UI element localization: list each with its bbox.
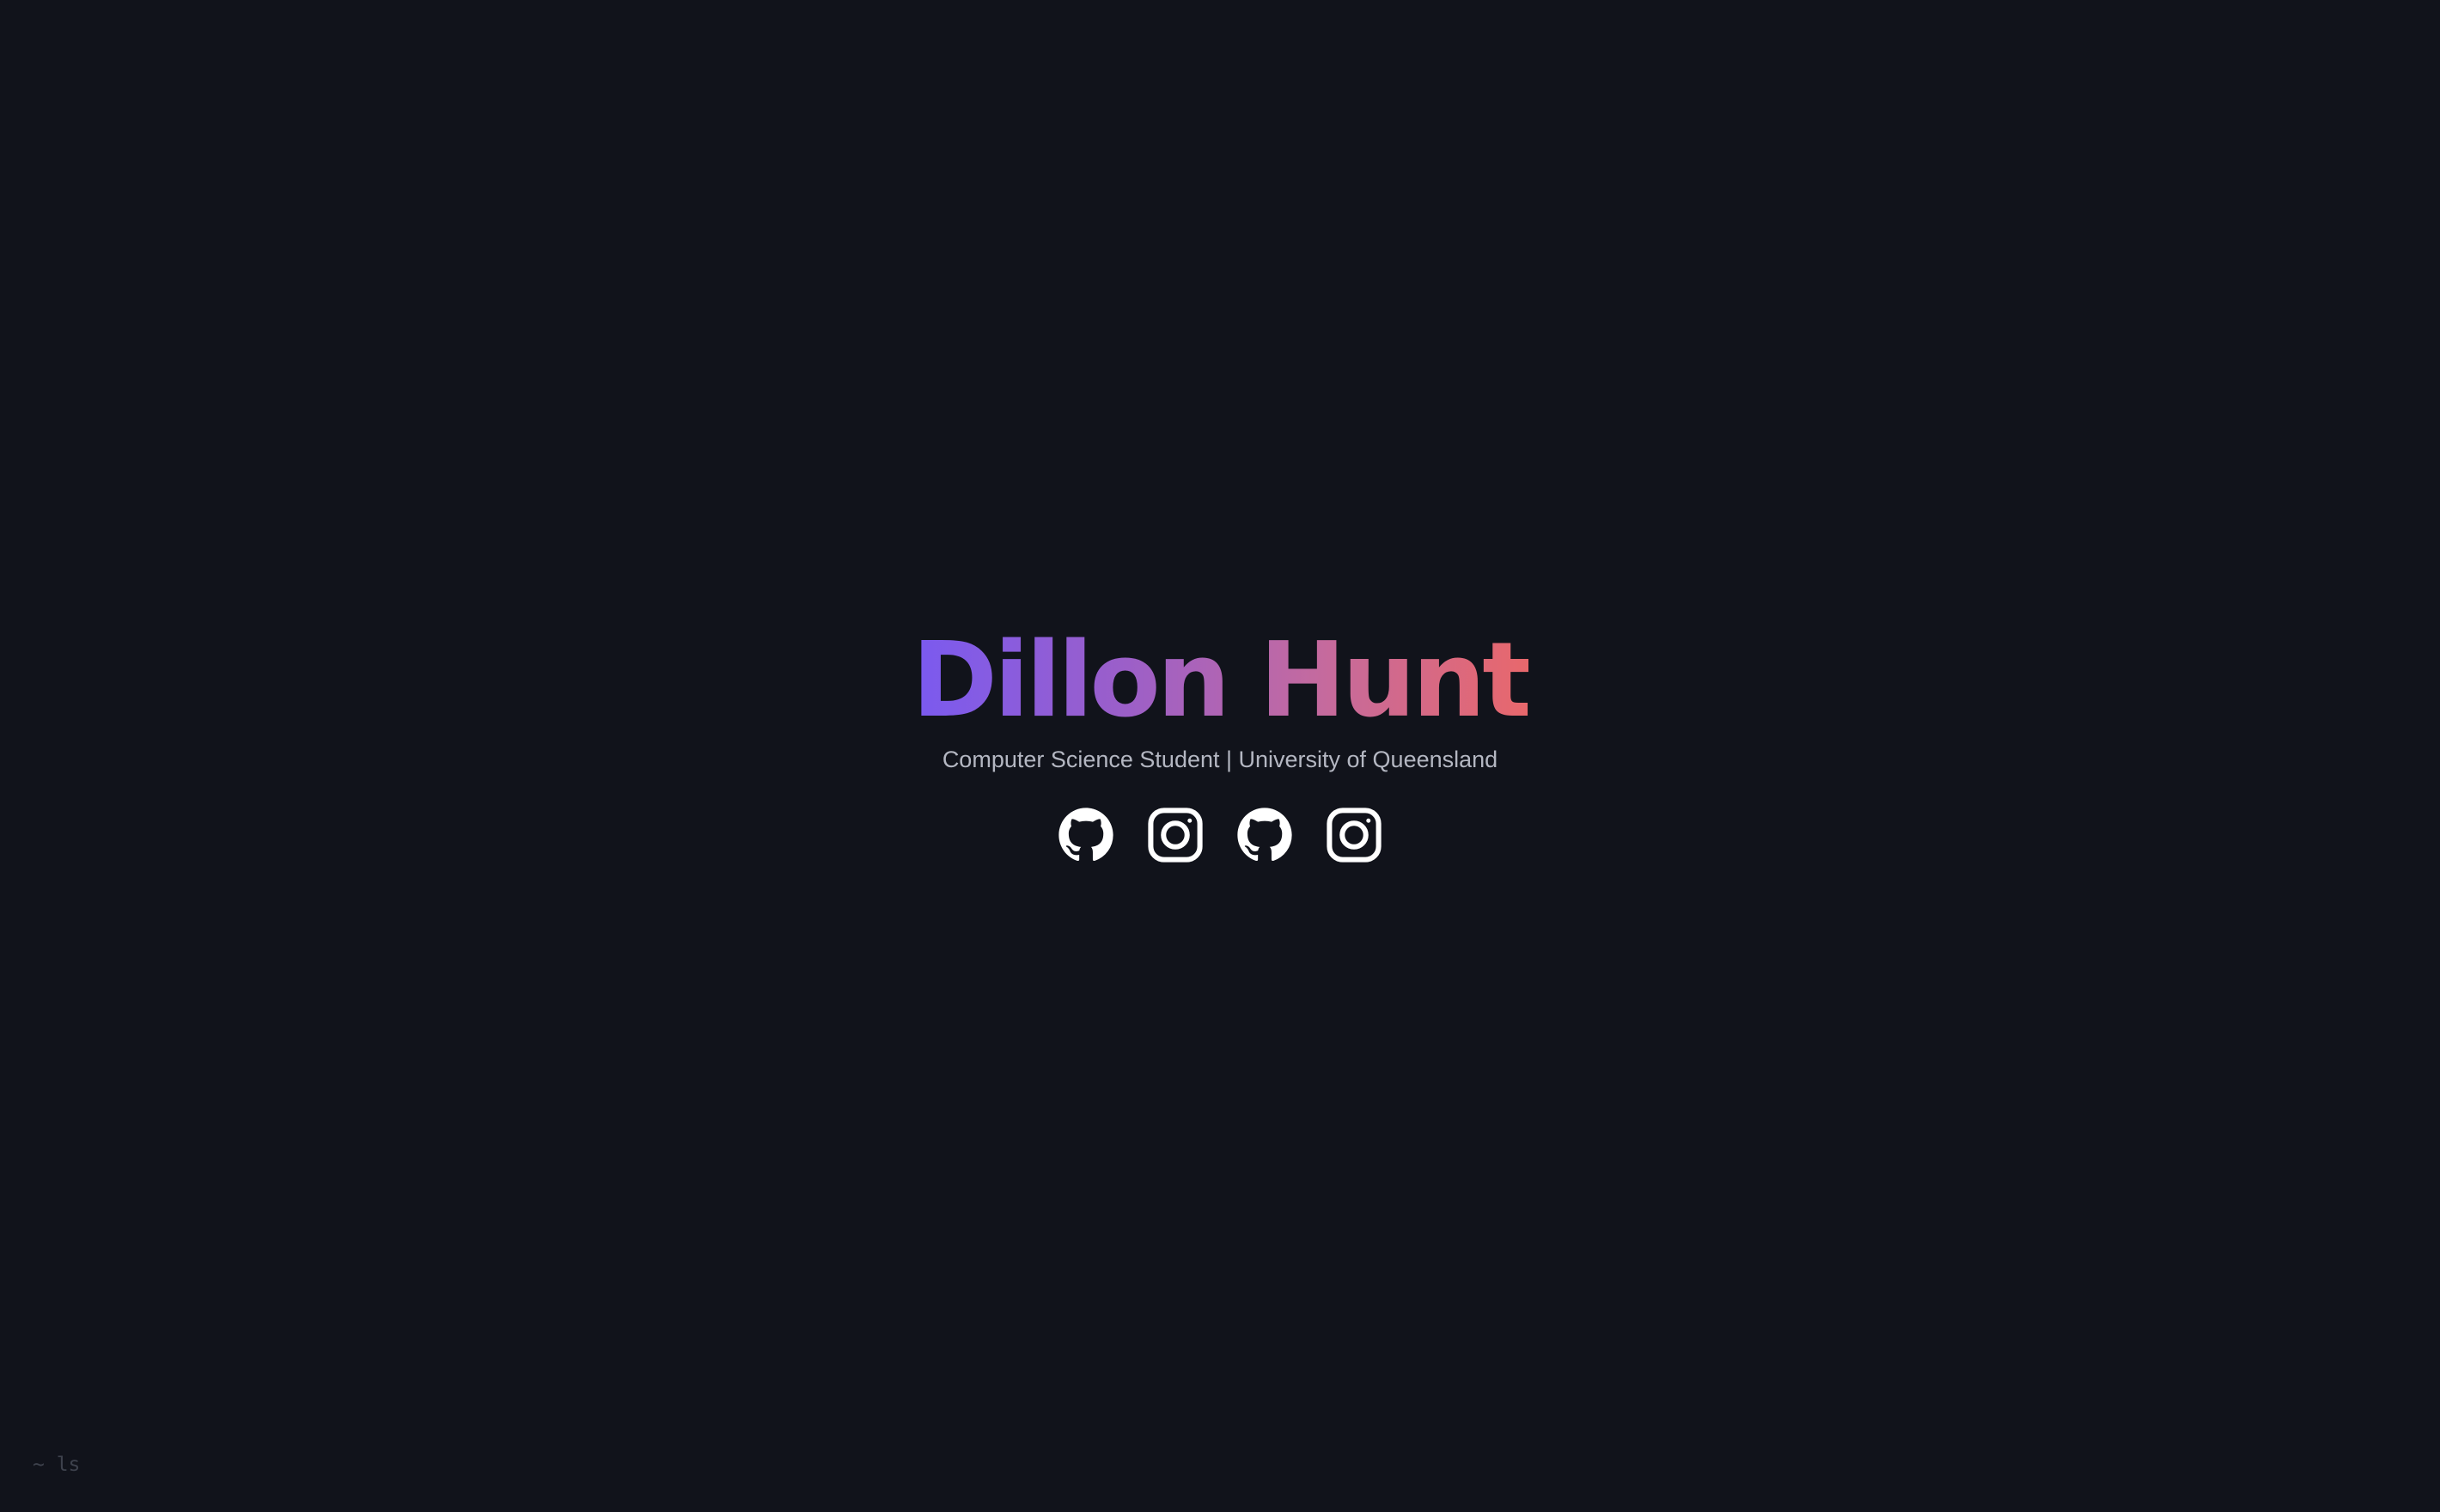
name-heading: Dillon Hunt	[912, 617, 1531, 746]
instagram-icon	[1147, 807, 1204, 863]
github-icon	[1058, 807, 1114, 863]
instagram-link-1[interactable]	[1146, 806, 1205, 864]
instagram-icon	[1326, 807, 1382, 863]
social-links	[1057, 806, 1383, 864]
github-icon	[1236, 807, 1293, 863]
terminal-prompt[interactable]: ~ ls	[33, 1452, 80, 1478]
instagram-link-2[interactable]	[1325, 806, 1383, 864]
subtitle: Computer Science Student | University of…	[942, 747, 1498, 772]
github-link-1[interactable]	[1057, 806, 1115, 864]
page-title: Dillon Hunt	[0, 617, 2440, 746]
github-link-2[interactable]	[1235, 806, 1294, 864]
